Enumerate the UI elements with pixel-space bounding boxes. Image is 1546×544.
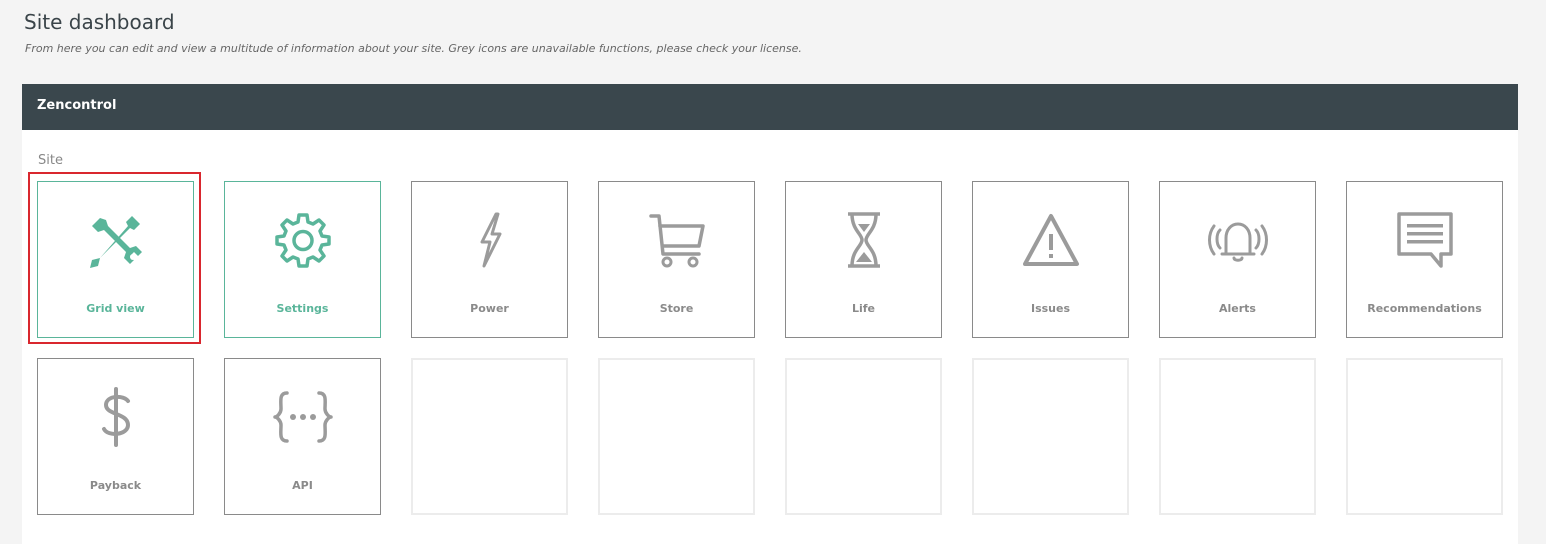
dollar-icon: [86, 387, 146, 447]
alarm-bell-icon: [1207, 210, 1268, 270]
tile-label: Alerts: [1219, 302, 1256, 315]
tile-label: API: [292, 479, 313, 492]
grid-view-tile[interactable]: Grid view: [37, 181, 194, 338]
recommendations-tile[interactable]: Recommendations: [1346, 181, 1503, 338]
empty-tile: [785, 358, 942, 515]
issues-tile[interactable]: Issues: [972, 181, 1129, 338]
site-tile-grid: Grid view Settings Power Store Life Issu…: [37, 181, 1503, 515]
tile-label: Settings: [276, 302, 329, 315]
gear-icon: [273, 210, 333, 270]
tile-label: Payback: [89, 479, 142, 492]
power-tile[interactable]: Power: [411, 181, 568, 338]
page-title: Site dashboard: [24, 10, 175, 34]
tile-label: Life: [851, 302, 876, 315]
settings-tile[interactable]: Settings: [224, 181, 381, 338]
tile-label: Store: [659, 302, 694, 315]
empty-tile: [1159, 358, 1316, 515]
message-icon: [1395, 210, 1455, 270]
empty-tile: [598, 358, 755, 515]
tile-label: Issues: [1030, 302, 1071, 315]
life-tile[interactable]: Life: [785, 181, 942, 338]
api-tile[interactable]: API: [224, 358, 381, 515]
panel-header: Zencontrol: [22, 84, 1518, 130]
shopping-cart-icon: [647, 210, 707, 270]
alerts-tile[interactable]: Alerts: [1159, 181, 1316, 338]
hourglass-icon: [834, 210, 894, 270]
empty-tile: [972, 358, 1129, 515]
tile-label: Power: [470, 302, 509, 315]
empty-tile: [411, 358, 568, 515]
warning-triangle-icon: [1021, 210, 1081, 270]
lightning-bolt-icon: [460, 210, 520, 270]
empty-tile: [1346, 358, 1503, 515]
api-braces-icon: [272, 387, 333, 447]
section-label-site: Site: [38, 153, 63, 168]
zencontrol-panel: Zencontrol Site Grid view Settings Power…: [22, 84, 1518, 544]
tools-icon: [86, 210, 146, 270]
tile-label: Grid view: [86, 302, 145, 315]
page-subtitle: From here you can edit and view a multit…: [25, 42, 802, 55]
store-tile[interactable]: Store: [598, 181, 755, 338]
payback-tile[interactable]: Payback: [37, 358, 194, 515]
tile-label: Recommendations: [1367, 302, 1482, 315]
